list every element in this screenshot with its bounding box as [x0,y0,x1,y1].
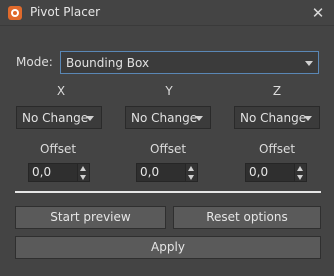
z-offset-label: Offset [259,142,296,156]
x-offset-label: Offset [40,142,77,156]
y-offset-spinbox[interactable]: 0,0 [136,163,198,182]
x-offset-spinbox[interactable]: 0,0 [28,163,90,182]
chevron-down-icon [304,116,312,121]
separator [15,191,321,193]
arrow-up-icon[interactable] [80,166,86,171]
x-offset-input[interactable]: 0,0 [28,163,78,182]
y-offset-label: Offset [150,142,187,156]
axis-label-y: Y [165,84,173,98]
arrow-up-icon[interactable] [297,166,303,171]
start-preview-button[interactable]: Start preview [15,206,166,229]
axis-label-x: X [56,84,66,98]
x-offset-stepper[interactable] [78,163,90,182]
title-bar: Pivot Placer ✕ [0,0,334,26]
y-axis-dropdown[interactable]: No Change [125,106,211,129]
close-icon[interactable]: ✕ [308,3,328,23]
z-axis-dropdown-value: No Change [240,111,307,125]
arrow-up-icon[interactable] [188,166,194,171]
axis-label-z: Z [272,84,282,98]
apply-button[interactable]: Apply [15,236,321,259]
z-offset-spinbox[interactable]: 0,0 [245,163,307,182]
z-offset-input[interactable]: 0,0 [245,163,295,182]
y-offset-stepper[interactable] [186,163,198,182]
chevron-down-icon [195,116,203,121]
reset-options-button[interactable]: Reset options [173,206,321,229]
chevron-down-icon [305,61,313,66]
z-axis-dropdown[interactable]: No Change [234,106,320,129]
app-icon [8,6,22,20]
mode-dropdown-value: Bounding Box [66,56,150,70]
arrow-down-icon[interactable] [297,175,303,180]
mode-label: Mode: [16,55,53,69]
mode-dropdown[interactable]: Bounding Box [60,51,319,74]
z-offset-stepper[interactable] [295,163,307,182]
y-offset-input[interactable]: 0,0 [136,163,186,182]
arrow-down-icon[interactable] [80,175,86,180]
arrow-down-icon[interactable] [188,175,194,180]
chevron-down-icon [86,116,94,121]
x-axis-dropdown-value: No Change [22,111,89,125]
y-axis-dropdown-value: No Change [131,111,198,125]
x-axis-dropdown[interactable]: No Change [16,106,102,129]
window-title: Pivot Placer [30,5,101,19]
